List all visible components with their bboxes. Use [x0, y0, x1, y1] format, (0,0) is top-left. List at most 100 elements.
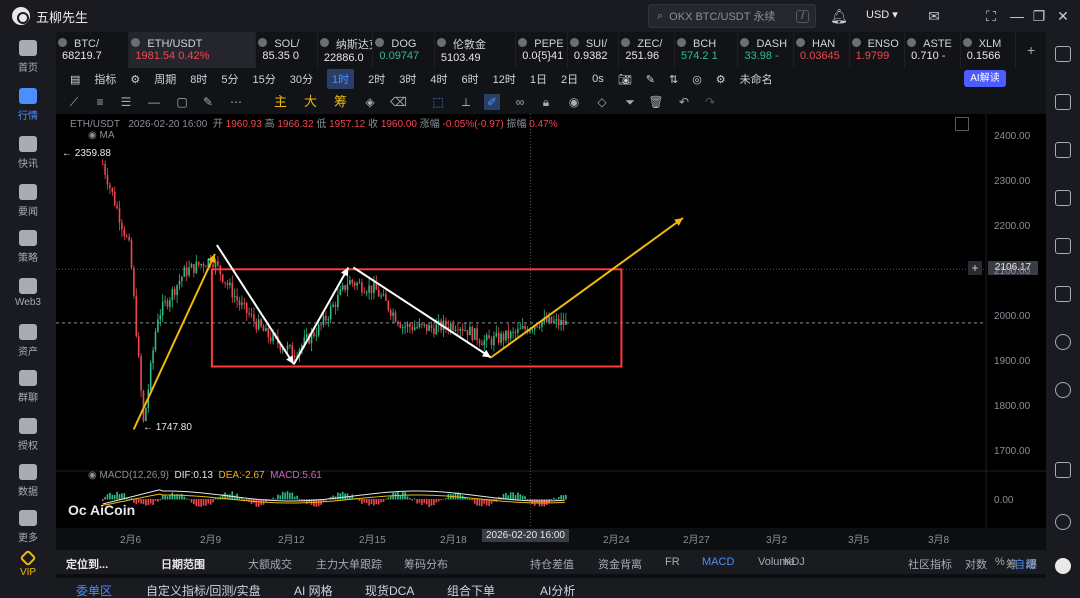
ticker-item[interactable]: ENSO 1.9799	[850, 32, 906, 68]
candlestick-chart[interactable]	[56, 114, 1046, 528]
support-icon[interactable]	[1055, 514, 1071, 530]
indicator-tab[interactable]: 大额成交	[248, 556, 292, 572]
ray-tool-icon[interactable]: —	[146, 94, 162, 110]
indicator-tab[interactable]: 社区指标	[908, 556, 952, 572]
ticker-item[interactable]: ZEC/251.96	[619, 32, 675, 68]
indicator-tab[interactable]: 定位到...	[66, 556, 108, 572]
layout-name[interactable]: 未命名	[740, 71, 773, 87]
grid-icon[interactable]: ▤	[70, 73, 80, 86]
ticker-item[interactable]: BCH 574.2 1	[675, 32, 739, 68]
eraser-icon[interactable]: ⌫	[390, 94, 407, 110]
filter-icon[interactable]: ⏷	[622, 94, 638, 110]
indicator-tab[interactable]: 资金背离	[598, 556, 642, 572]
currency-select[interactable]: USD ▾	[866, 8, 898, 21]
sidebar-item-5[interactable]: Web3	[0, 278, 56, 308]
settings-icon[interactable]	[1055, 334, 1071, 350]
indicator-tab[interactable]: 持仓差值	[530, 556, 574, 572]
interval-9[interactable]: 12时	[493, 71, 516, 87]
mail-icon[interactable]: ✉	[925, 7, 943, 25]
period-button[interactable]: 周期	[154, 71, 176, 87]
redo-icon[interactable]: ↷	[702, 94, 718, 110]
calc-icon[interactable]	[1055, 462, 1071, 478]
restore-icon[interactable]: ❐	[1030, 7, 1048, 25]
add-alert-icon[interactable]: +	[968, 261, 982, 275]
indicator-tab[interactable]: 日期范围	[161, 556, 205, 572]
liquidation-label[interactable]: 爆	[1026, 556, 1037, 572]
interval-6[interactable]: 3时	[399, 71, 416, 87]
sidebar-item-0[interactable]: 首页	[0, 40, 56, 74]
sidebar-item-3[interactable]: 要闻	[0, 184, 56, 218]
panel-tab[interactable]: 自定义指标/回测/实盘	[146, 582, 261, 598]
ruler-icon[interactable]: ⟂	[458, 94, 474, 110]
sidebar-item-11[interactable]: VIP	[0, 549, 56, 578]
assistant-icon[interactable]	[1055, 558, 1071, 574]
rect-tool-icon[interactable]: ▢	[174, 94, 190, 110]
interval-4[interactable]: 1时	[327, 69, 355, 89]
sidebar-item-7[interactable]: 群聊	[0, 370, 56, 404]
ticker-item[interactable]: XLM 0.1566	[961, 32, 1017, 68]
main-indicator-toggle[interactable]: 主	[274, 94, 287, 110]
settings-icon[interactable]: ⚙	[130, 73, 140, 86]
sync-icon[interactable]	[1055, 382, 1071, 398]
indicator-tab[interactable]: 主力大单跟踪	[316, 556, 382, 572]
sidebar-item-1[interactable]: 行情	[0, 88, 56, 122]
pen-icon[interactable]: ✎	[646, 73, 655, 86]
layout-icon[interactable]	[1055, 46, 1071, 62]
ticker-item[interactable]: 纳斯达克l22886.0	[318, 32, 374, 68]
sidebar-item-4[interactable]: 策略	[0, 230, 56, 264]
bell-icon[interactable]: 🔔︎	[830, 7, 848, 25]
ticker-item[interactable]: SUI/0.9382	[568, 32, 620, 68]
indicator-button[interactable]: 指标	[94, 71, 116, 87]
camera-icon[interactable]: 📷︎	[618, 73, 632, 86]
sidebar-item-8[interactable]: 授权	[0, 418, 56, 452]
expand-icon[interactable]	[955, 117, 969, 131]
sidebar-item-6[interactable]: 资产	[0, 324, 56, 358]
fullscreen-icon[interactable]: ⛶	[982, 7, 1000, 25]
add-ticker-icon[interactable]: +	[1016, 32, 1046, 68]
eye-icon[interactable]: ◉	[88, 130, 100, 141]
interval-2[interactable]: 15分	[253, 71, 276, 87]
panel-tab[interactable]: AI分析	[540, 582, 575, 598]
interval-11[interactable]: 2日	[561, 71, 578, 87]
ticker-item[interactable]: PEPE 0.0{5}41	[516, 32, 568, 68]
interval-8[interactable]: 6时	[462, 71, 479, 87]
brush-tool-icon[interactable]: ✎	[200, 94, 216, 110]
channel-tool-icon[interactable]: ☰	[118, 94, 134, 110]
interval-5[interactable]: 2时	[368, 71, 385, 87]
ticker-item[interactable]: 伦敦金 5103.49	[435, 32, 517, 68]
chart-settings-icon[interactable]: ⚙	[716, 73, 726, 86]
lock-icon[interactable]: 🔒︎	[538, 94, 554, 110]
target-icon[interactable]: ◎	[692, 73, 702, 86]
ticker-item[interactable]: ETH/USDT 1981.54 0.42%	[129, 32, 257, 68]
interval-3[interactable]: 30分	[290, 71, 313, 87]
eye-icon[interactable]: ◉	[566, 94, 582, 110]
panel-tab[interactable]: 组合下单	[447, 582, 495, 598]
chip-toggle[interactable]: 筹	[334, 94, 347, 110]
depth-icon[interactable]	[1055, 190, 1071, 206]
orderbook-icon[interactable]	[1055, 94, 1071, 110]
ticker-item[interactable]: DASH 33.98 -	[738, 32, 795, 68]
indicator-tab[interactable]: %	[995, 556, 1005, 568]
more-tools-icon[interactable]: ⋯	[228, 94, 244, 110]
magnet-icon[interactable]: ⬚	[430, 94, 446, 110]
indicator-tab[interactable]: KDJ	[784, 556, 805, 568]
pen-icon[interactable]: ✐	[484, 94, 500, 110]
indicator-tab[interactable]: 对数	[965, 556, 987, 572]
alert-icon[interactable]	[1055, 238, 1071, 254]
indicator-tab[interactable]: MACD	[702, 556, 734, 568]
panel-tab[interactable]: 现货DCA	[365, 582, 414, 598]
note-icon[interactable]	[1055, 286, 1071, 302]
big-order-toggle[interactable]: 大	[304, 94, 317, 110]
minimize-icon[interactable]: —	[1008, 7, 1026, 25]
zero-seconds[interactable]: 0s	[592, 73, 604, 85]
chip-label[interactable]: 筹	[1006, 556, 1017, 572]
interval-0[interactable]: 8时	[190, 71, 207, 87]
ai-draw-icon[interactable]: ◈	[362, 94, 378, 110]
indicator-tab[interactable]: 筹码分布	[404, 556, 448, 572]
indicator-tab[interactable]: FR	[665, 556, 680, 568]
search-input[interactable]: ⌕ OKX BTC/USDT 永续 /	[648, 4, 816, 28]
tag-icon[interactable]: ◇	[594, 94, 610, 110]
ticker-item[interactable]: BTC/68219.7	[56, 32, 130, 68]
trade-icon[interactable]	[1055, 142, 1071, 158]
close-icon[interactable]: ✕	[1054, 7, 1072, 25]
